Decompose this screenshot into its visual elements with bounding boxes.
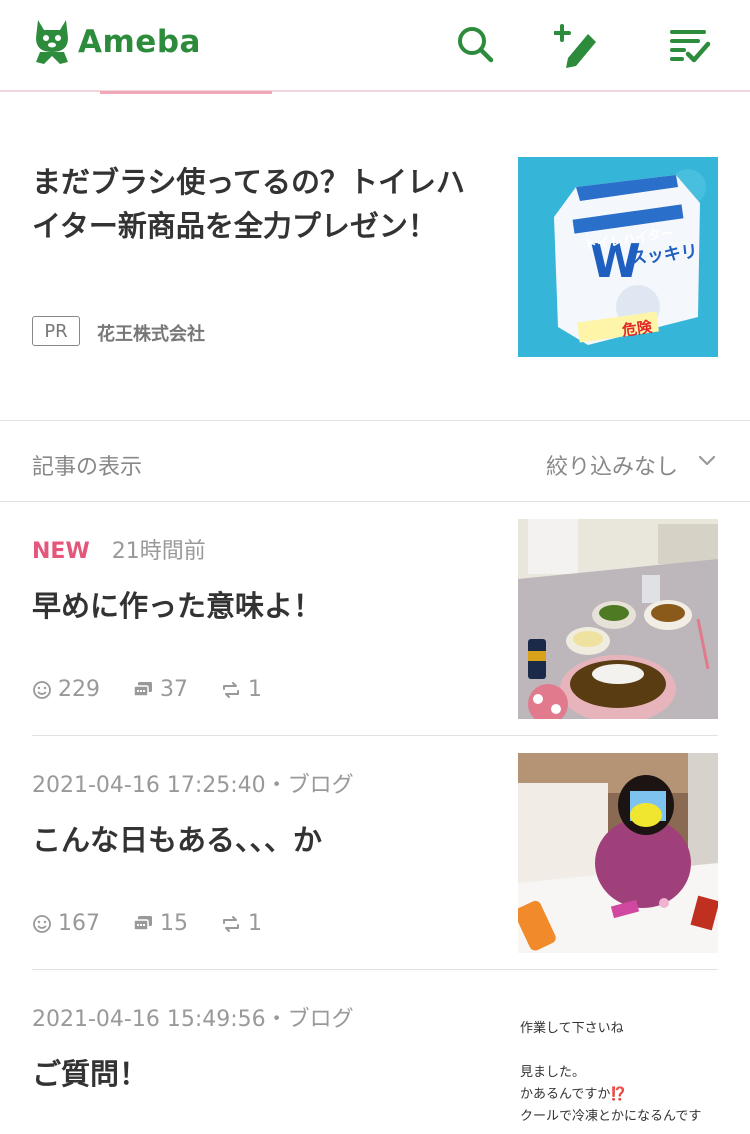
- ad-sponsor: 花王株式会社: [97, 324, 205, 345]
- ad-title[interactable]: まだブラシ使ってるの？トイレハイター新商品を全力プレゼン！: [32, 160, 492, 248]
- comment-icon: [133, 681, 152, 697]
- ad-image[interactable]: W スッキリ トイレハイター 危険: [518, 157, 718, 357]
- article-time: 21時間前: [111, 539, 206, 564]
- search-icon[interactable]: [453, 22, 497, 66]
- comments-stat[interactable]: 15: [132, 911, 188, 936]
- comments-count: 15: [160, 911, 188, 936]
- comments-stat[interactable]: 37: [132, 677, 188, 702]
- likes-count: 167: [58, 911, 100, 936]
- likes-stat[interactable]: 167: [32, 911, 100, 936]
- article-title[interactable]: こんな日もある、、、か: [32, 817, 322, 859]
- logo-text: Ameba: [78, 24, 201, 60]
- article-filter-row[interactable]: 記事の表示 絞り込みなし: [0, 421, 750, 502]
- article-thumbnail[interactable]: [518, 753, 718, 953]
- article-thumbnail-text[interactable]: 作業して下さいね 見ました。 かあるんですか⁉️ クールで冷凍とかになるんです: [520, 1018, 730, 1128]
- article-stats: 229 37 1: [32, 677, 294, 702]
- comment-icon: [133, 915, 152, 931]
- article-title[interactable]: ご質問！: [32, 1051, 148, 1093]
- article-thumbnail[interactable]: [518, 519, 718, 719]
- filter-label: 記事の表示: [32, 455, 143, 480]
- thumb-text-line: [520, 1040, 730, 1062]
- thumb-text-line: かあるんですか⁉️: [520, 1087, 627, 1102]
- reblogs-stat[interactable]: 1: [220, 677, 262, 702]
- likes-count: 229: [58, 677, 100, 702]
- checklist-icon[interactable]: [668, 22, 712, 66]
- ameba-mascot-icon: [36, 20, 68, 64]
- new-badge: NEW: [32, 539, 90, 564]
- app-header: Ameba: [0, 0, 750, 92]
- reblogs-stat[interactable]: 1: [220, 911, 262, 936]
- reblog-icon: [223, 915, 239, 932]
- likes-stat[interactable]: 229: [32, 677, 100, 702]
- thumb-text-line: 見ました。: [520, 1065, 586, 1080]
- article-time: 2021-04-16 15:49:56・ブログ: [32, 1007, 354, 1032]
- filter-select[interactable]: 絞り込みなし: [546, 449, 678, 481]
- row-divider: [32, 735, 718, 736]
- thumb-text-line: 作業して下さいね: [520, 1021, 624, 1036]
- reblogs-count: 1: [248, 911, 262, 936]
- comments-count: 37: [160, 677, 188, 702]
- reblog-icon: [223, 681, 239, 698]
- pr-badge: PR: [32, 316, 80, 346]
- chevron-down-icon[interactable]: [698, 454, 716, 468]
- smile-icon: [33, 680, 51, 699]
- thumb-text-line: クールで冷凍とかになるんです: [520, 1109, 702, 1124]
- article-stats: 167 15 1: [32, 911, 294, 936]
- article-time: 2021-04-16 17:25:40・ブログ: [32, 773, 354, 798]
- row-divider: [32, 969, 718, 970]
- smile-icon: [33, 914, 51, 933]
- sponsored-ad[interactable]: まだブラシ使ってるの？トイレハイター新商品を全力プレゼン！ PR 花王株式会社 …: [0, 94, 750, 421]
- article-meta: NEW 21時間前: [32, 533, 206, 565]
- reblogs-count: 1: [248, 677, 262, 702]
- compose-icon[interactable]: [553, 22, 598, 68]
- article-title[interactable]: 早めに作った意味よ！: [32, 583, 322, 625]
- ameba-logo[interactable]: Ameba: [32, 16, 201, 68]
